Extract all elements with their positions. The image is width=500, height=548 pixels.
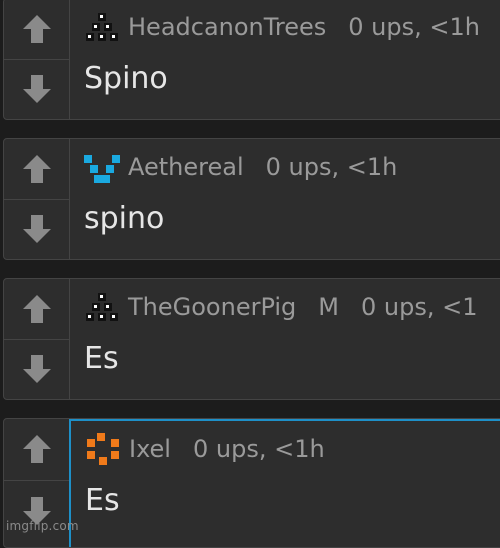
comment-meta: 0 ups, <1h xyxy=(192,435,325,463)
arrow-up-icon xyxy=(22,435,51,464)
comment-body: Aethereal 0 ups, <1h spino xyxy=(69,139,500,259)
downvote-button[interactable] xyxy=(4,340,69,400)
vote-column xyxy=(4,279,69,399)
orange-pixel-avatar-icon xyxy=(87,433,119,465)
username-link[interactable]: HeadcanonTrees xyxy=(128,13,326,41)
arrow-down-icon xyxy=(22,355,51,384)
arrow-down-icon xyxy=(22,215,51,244)
username-link[interactable]: Ixel xyxy=(129,435,171,463)
comment-text: Es xyxy=(85,483,120,518)
comment-meta: 0 ups, <1h xyxy=(265,153,398,181)
comment-header: Ixel 0 ups, <1h xyxy=(81,431,325,467)
cyan-pixel-avatar-icon xyxy=(84,155,120,183)
mod-badge: M xyxy=(318,293,340,321)
comment-text: spino xyxy=(84,201,165,236)
comment-text: Spino xyxy=(84,61,168,96)
comment-meta: 0 ups, <1h xyxy=(348,13,480,41)
downvote-button[interactable] xyxy=(4,60,69,120)
comment: HeadcanonTrees 0 ups, <1h Spino xyxy=(3,0,500,120)
downvote-button[interactable] xyxy=(4,200,69,260)
upvote-button[interactable] xyxy=(4,419,69,481)
arrow-up-icon xyxy=(22,154,51,183)
upvote-button[interactable] xyxy=(4,279,69,340)
comment-meta: 0 ups, <1 xyxy=(361,293,478,321)
watermark: imgflip.com xyxy=(6,519,79,533)
upvote-button[interactable] xyxy=(4,139,69,200)
comment: TheGoonerPig M 0 ups, <1 Es xyxy=(3,278,500,400)
comment-text: Es xyxy=(84,341,119,376)
comment-body: Ixel 0 ups, <1h Es xyxy=(69,419,500,547)
comment-header: HeadcanonTrees 0 ups, <1h xyxy=(80,9,480,45)
vote-column xyxy=(4,139,69,259)
upvote-button[interactable] xyxy=(4,0,69,60)
vote-column xyxy=(4,0,69,119)
arrow-up-icon xyxy=(22,14,51,43)
comment-header: TheGoonerPig M 0 ups, <1 xyxy=(80,289,478,325)
arrow-down-icon xyxy=(22,75,51,104)
black-dots-triangle-icon xyxy=(86,293,118,321)
arrow-up-icon xyxy=(22,294,51,323)
black-dots-triangle-icon xyxy=(86,13,118,41)
comment-body: TheGoonerPig M 0 ups, <1 Es xyxy=(69,279,500,399)
comment: Aethereal 0 ups, <1h spino xyxy=(3,138,500,260)
username-link[interactable]: Aethereal xyxy=(128,153,244,181)
comment-body: HeadcanonTrees 0 ups, <1h Spino xyxy=(69,0,500,119)
comment-header: Aethereal 0 ups, <1h xyxy=(80,149,397,185)
username-link[interactable]: TheGoonerPig xyxy=(128,293,296,321)
